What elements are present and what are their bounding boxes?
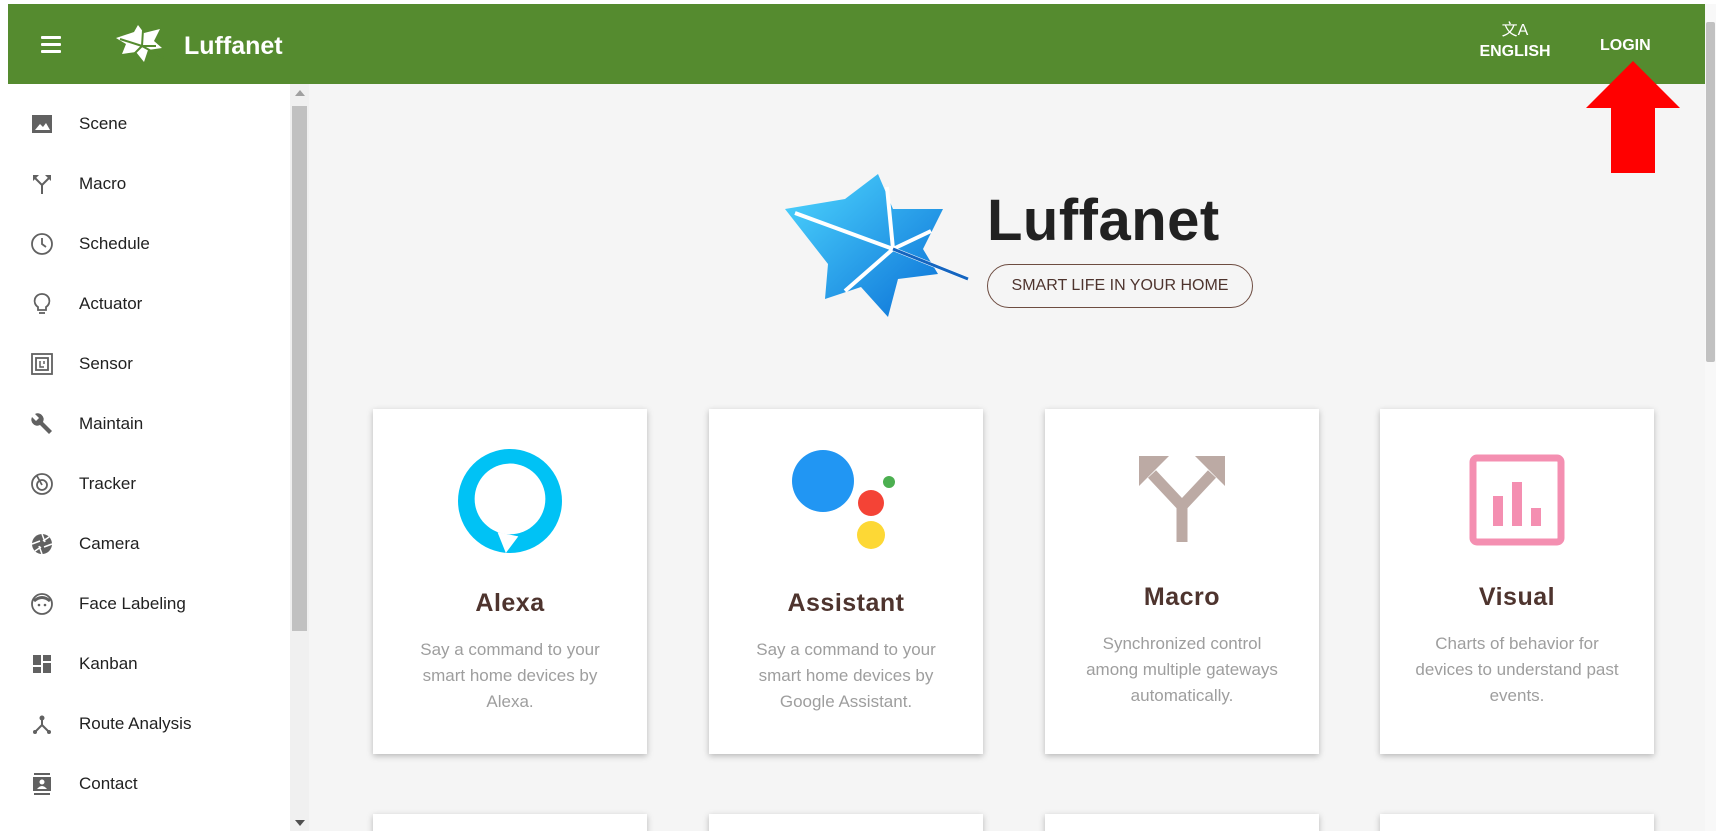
- card-partial[interactable]: [709, 814, 983, 831]
- card-partial[interactable]: [373, 814, 647, 831]
- sidebar-item-label: Camera: [79, 534, 140, 553]
- sidebar-nav: Scene Macro Schedule Actuator Sensor Mai…: [8, 84, 291, 831]
- clock-icon: [31, 233, 53, 255]
- face-icon: [31, 593, 53, 615]
- sidebar-item-label: Macro: [79, 174, 127, 193]
- aperture-icon: [31, 533, 53, 555]
- split-arrows-icon: [1139, 456, 1225, 542]
- lightbulb-icon: [33, 293, 51, 314]
- card-title: Macro: [1143, 583, 1221, 611]
- card-description: Charts of behavior for devices to unders…: [1415, 634, 1619, 705]
- bar-chart-icon: [1469, 454, 1565, 546]
- tagline-chip: SMART LIFE IN YOUR HOME: [987, 264, 1253, 308]
- sidebar-item-scene[interactable]: Scene: [8, 94, 270, 154]
- card-title: Assistant: [787, 589, 905, 617]
- sidebar-scrollbar[interactable]: [290, 84, 309, 831]
- main-scrollbar[interactable]: [1705, 4, 1716, 831]
- main-scroll-thumb[interactable]: [1706, 22, 1715, 362]
- sidebar-item-label: Face Labeling: [79, 594, 186, 613]
- image-icon: [32, 115, 52, 133]
- translate-icon: 文A: [1501, 22, 1529, 39]
- sidebar-item-macro[interactable]: Macro: [8, 154, 270, 214]
- sidebar-item-face-labeling[interactable]: Face Labeling: [8, 574, 270, 634]
- sidebar-scroll-thumb[interactable]: [292, 106, 307, 631]
- split-arrows-icon: [33, 175, 51, 194]
- sidebar-item-label: Actuator: [79, 294, 143, 313]
- sidebar-item-label: Contact: [79, 774, 138, 793]
- scroll-up-icon[interactable]: [295, 90, 305, 96]
- card-partial[interactable]: [1045, 814, 1319, 831]
- macro-card[interactable]: Macro Synchronized control among multipl…: [1045, 409, 1319, 754]
- sidebar-item-actuator[interactable]: Actuator: [8, 274, 270, 334]
- card-partial[interactable]: [1380, 814, 1654, 831]
- alexa-icon: [458, 449, 562, 553]
- sensor-icon: [31, 353, 53, 375]
- red-arrow-icon: [1586, 61, 1680, 173]
- sidebar-item-label: Tracker: [79, 474, 136, 493]
- brand-name[interactable]: Luffanet: [184, 32, 283, 61]
- alexa-card[interactable]: Alexa Say a command to your smart home d…: [373, 409, 647, 754]
- card-description: Say a command to your smart home devices…: [420, 640, 600, 711]
- google-assistant-icon: [792, 450, 895, 549]
- hero-leaf-logo: [785, 174, 969, 317]
- card-title: Alexa: [475, 589, 545, 617]
- visual-card[interactable]: Visual Charts of behavior for devices to…: [1380, 409, 1654, 754]
- language-button[interactable]: 文A ENGLISH: [1470, 22, 1560, 61]
- sidebar-item-label: Sensor: [79, 354, 133, 373]
- sidebar-item-camera[interactable]: Camera: [8, 514, 270, 574]
- sidebar-item-tracker[interactable]: Tracker: [8, 454, 270, 514]
- sidebar-item-label: Schedule: [79, 234, 150, 253]
- sidebar-item-label: Route Analysis: [79, 714, 192, 733]
- sidebar-item-schedule[interactable]: Schedule: [8, 214, 270, 274]
- login-button[interactable]: LOGIN: [1600, 37, 1651, 55]
- sidebar-item-sensor[interactable]: Sensor: [8, 334, 270, 394]
- hamburger-icon: [41, 36, 61, 39]
- route-icon: [33, 715, 51, 734]
- radar-icon: [31, 473, 53, 495]
- sidebar-item-contact[interactable]: Contact: [8, 754, 270, 814]
- top-app-bar: Luffanet 文A ENGLISH LOGIN: [8, 4, 1716, 84]
- assistant-card[interactable]: Assistant Say a command to your smart ho…: [709, 409, 983, 754]
- wrench-icon: [31, 413, 52, 434]
- sidebar-item-maintain[interactable]: Maintain: [8, 394, 270, 454]
- card-description: Synchronized control among multiple gate…: [1086, 634, 1278, 705]
- language-label: ENGLISH: [1479, 43, 1551, 60]
- sidebar-item-kanban[interactable]: Kanban: [8, 634, 270, 694]
- card-title: Visual: [1478, 583, 1556, 611]
- sidebar-item-label: Scene: [79, 114, 128, 133]
- sidebar-item-label: Maintain: [79, 414, 144, 433]
- sidebar-item-label: Kanban: [79, 654, 138, 673]
- dashboard-icon: [33, 655, 51, 673]
- card-description: Say a command to your smart home devices…: [756, 640, 936, 711]
- menu-button[interactable]: [38, 32, 66, 56]
- hero-title: Luffanet: [987, 188, 1220, 253]
- sidebar-item-route-analysis[interactable]: Route Analysis: [8, 694, 270, 754]
- contact-icon: [33, 773, 51, 795]
- app-window: Luffanet 文A ENGLISH LOGIN Scene Macro Sc…: [8, 4, 1716, 831]
- scroll-down-icon[interactable]: [295, 820, 305, 826]
- leaf-logo-icon: [116, 25, 165, 62]
